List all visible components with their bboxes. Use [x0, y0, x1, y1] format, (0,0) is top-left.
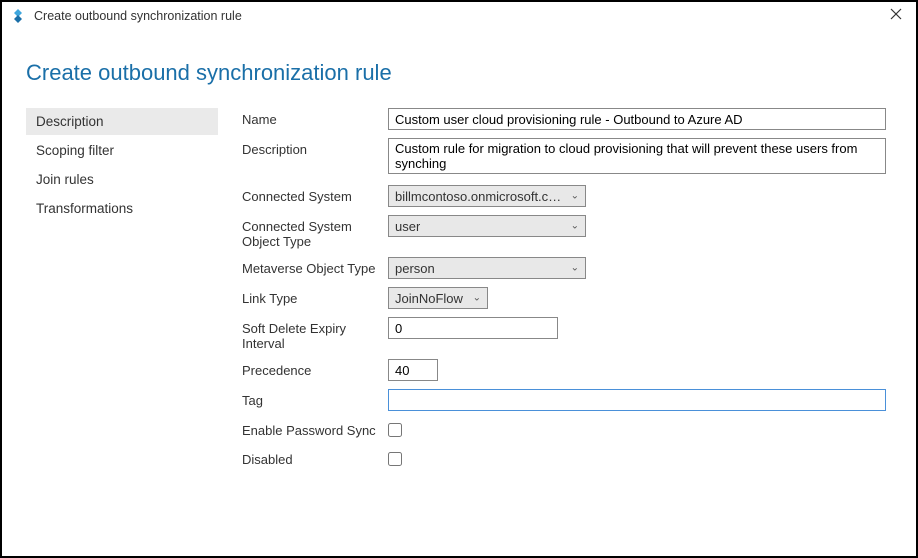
label-tag: Tag	[242, 389, 388, 408]
page-heading: Create outbound synchronization rule	[26, 60, 892, 86]
content-area: Create outbound synchronization rule Des…	[2, 30, 916, 556]
tag-input[interactable]	[388, 389, 886, 411]
label-precedence: Precedence	[242, 359, 388, 378]
enable-password-sync-checkbox[interactable]	[388, 423, 402, 437]
label-metaverse-object-type: Metaverse Object Type	[242, 257, 388, 276]
chevron-down-icon: ⌄	[571, 221, 579, 232]
close-button[interactable]	[884, 7, 908, 25]
wizard-steps-sidebar: Description Scoping filter Join rules Tr…	[26, 108, 218, 477]
sidebar-item-label: Join rules	[36, 172, 94, 187]
soft-delete-input[interactable]	[388, 317, 558, 339]
sidebar-item-label: Scoping filter	[36, 143, 114, 158]
chevron-down-icon: ⌄	[473, 293, 481, 304]
label-description: Description	[242, 138, 388, 157]
sidebar-item-label: Description	[36, 114, 104, 129]
label-soft-delete: Soft Delete Expiry Interval	[242, 317, 388, 351]
sidebar-item-join-rules[interactable]: Join rules	[26, 166, 218, 193]
titlebar: Create outbound synchronization rule	[2, 2, 916, 30]
label-enable-password-sync: Enable Password Sync	[242, 419, 388, 438]
sidebar-item-description[interactable]: Description	[26, 108, 218, 135]
label-disabled: Disabled	[242, 448, 388, 467]
chevron-down-icon: ⌄	[571, 191, 579, 202]
description-input[interactable]: Custom rule for migration to cloud provi…	[388, 138, 886, 174]
select-value: JoinNoFlow	[395, 291, 463, 306]
sidebar-item-transformations[interactable]: Transformations	[26, 195, 218, 222]
select-value: user	[395, 219, 420, 234]
name-input[interactable]	[388, 108, 886, 130]
label-link-type: Link Type	[242, 287, 388, 306]
chevron-down-icon: ⌄	[571, 263, 579, 274]
disabled-checkbox[interactable]	[388, 452, 402, 466]
label-name: Name	[242, 108, 388, 127]
select-value: person	[395, 261, 435, 276]
metaverse-object-type-select[interactable]: person ⌄	[388, 257, 586, 279]
form-area: Name Description Custom rule for migrati…	[242, 108, 892, 477]
label-connected-system-object-type: Connected System Object Type	[242, 215, 388, 249]
connected-system-object-type-select[interactable]: user ⌄	[388, 215, 586, 237]
label-connected-system: Connected System	[242, 185, 388, 204]
select-value: billmcontoso.onmicrosoft.com - ,	[395, 189, 563, 204]
precedence-input[interactable]	[388, 359, 438, 381]
link-type-select[interactable]: JoinNoFlow ⌄	[388, 287, 488, 309]
close-icon	[890, 8, 902, 20]
sidebar-item-label: Transformations	[36, 201, 133, 216]
app-icon	[10, 8, 26, 24]
sidebar-item-scoping-filter[interactable]: Scoping filter	[26, 137, 218, 164]
window-title: Create outbound synchronization rule	[34, 9, 242, 23]
connected-system-select[interactable]: billmcontoso.onmicrosoft.com - , ⌄	[388, 185, 586, 207]
dialog-window: Create outbound synchronization rule Cre…	[0, 0, 918, 558]
